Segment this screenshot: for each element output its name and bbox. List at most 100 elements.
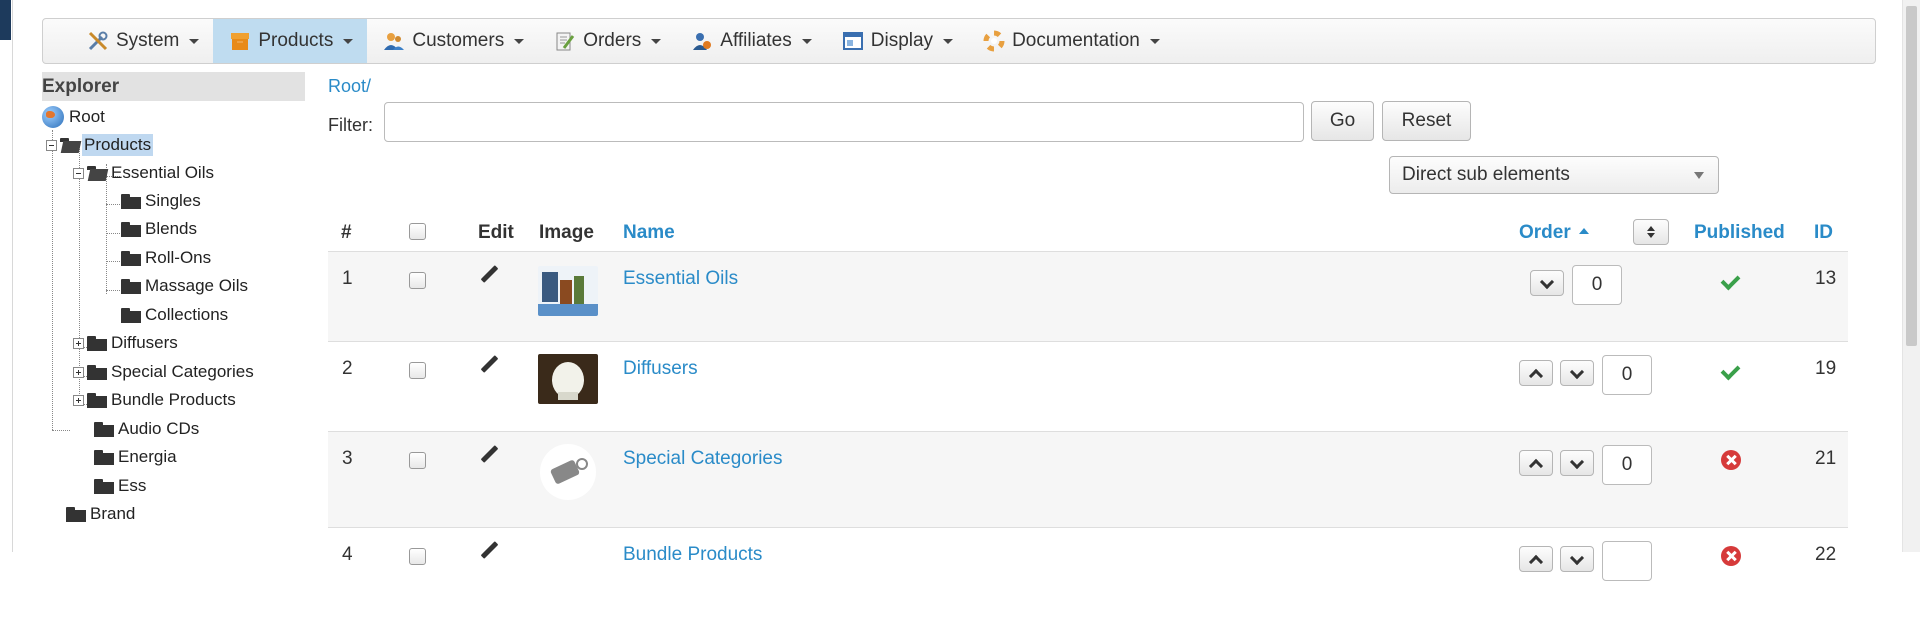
move-down-button[interactable] [1560, 546, 1594, 572]
row-checkbox[interactable] [409, 272, 426, 295]
header-published-sort[interactable]: Published [1694, 222, 1785, 244]
chevron-down-icon [189, 38, 200, 44]
row-id: 22 [1815, 544, 1837, 565]
table-row: 1 Essential Oils 0 13 [328, 251, 1848, 341]
published-check-icon[interactable] [1721, 274, 1741, 288]
tree-node-ess[interactable]: Ess [94, 475, 148, 497]
expand-icon[interactable] [73, 366, 84, 378]
main-menu-bar: System Products Customers Orders Affilia… [42, 18, 1876, 64]
go-button[interactable]: Go [1311, 101, 1374, 141]
menu-customers-label: Customers [412, 30, 505, 51]
tree-node-blends[interactable]: Blends [121, 218, 199, 240]
product-thumbnail[interactable] [538, 442, 598, 502]
tree-node-special-categories[interactable]: Special Categories [73, 361, 256, 383]
tree-node-root[interactable]: Root [42, 106, 107, 128]
filter-input[interactable] [384, 102, 1304, 142]
left-edge-divider [12, 0, 13, 552]
move-down-button[interactable] [1530, 270, 1564, 296]
menu-products[interactable]: Products [213, 19, 368, 63]
move-up-button[interactable] [1519, 360, 1553, 386]
row-num: 4 [342, 544, 353, 565]
header-name-sort[interactable]: Name [623, 222, 675, 244]
menu-products-label: Products [258, 30, 334, 51]
order-input[interactable]: 0 [1602, 355, 1652, 395]
unpublished-x-icon[interactable] [1721, 546, 1741, 566]
order-input[interactable]: 0 [1602, 445, 1652, 485]
select-all-checkbox[interactable] [409, 223, 426, 246]
folder-icon [66, 506, 86, 522]
explorer-panel: Explorer Root Products Essential Oils Si… [42, 72, 305, 523]
tree-node-diffusers[interactable]: Diffusers [73, 332, 180, 354]
tree-node-label: Energia [118, 447, 177, 466]
move-down-button[interactable] [1560, 450, 1594, 476]
row-checkbox[interactable] [409, 452, 426, 475]
header-order-sort[interactable]: Order [1519, 222, 1589, 244]
product-thumbnail[interactable] [538, 354, 598, 404]
sort-toggle-button[interactable] [1633, 219, 1669, 245]
tree-node-bundle-products[interactable]: Bundle Products [73, 389, 238, 411]
row-name-link[interactable]: Bundle Products [623, 544, 762, 566]
move-down-button[interactable] [1560, 360, 1594, 386]
published-check-icon[interactable] [1721, 364, 1741, 378]
order-input[interactable]: 0 [1572, 265, 1622, 305]
tree-node-brand[interactable]: Brand [66, 503, 137, 525]
row-checkbox[interactable] [409, 548, 426, 571]
breadcrumb-root-link[interactable]: Root/ [328, 76, 371, 97]
row-name-link[interactable]: Essential Oils [623, 268, 738, 290]
edit-pencil-icon[interactable] [478, 444, 500, 466]
edit-pencil-icon[interactable] [478, 540, 500, 562]
row-num: 2 [342, 358, 353, 379]
display-window-icon [842, 30, 864, 52]
collapse-icon[interactable] [46, 139, 57, 151]
tree-connector [106, 204, 120, 205]
folder-icon [121, 307, 141, 323]
order-input[interactable] [1602, 541, 1652, 581]
product-thumbnail[interactable] [538, 266, 598, 316]
lifebuoy-icon [983, 30, 1005, 52]
chevron-down-icon [1149, 38, 1160, 44]
tree-node-products[interactable]: Products [46, 134, 154, 156]
globe-icon [42, 106, 64, 128]
vertical-scrollbar[interactable] [1902, 0, 1920, 552]
tree-connector [106, 290, 120, 291]
edit-pencil-icon[interactable] [478, 264, 500, 286]
menu-customers[interactable]: Customers [367, 19, 538, 63]
menu-affiliates-label: Affiliates [720, 30, 792, 51]
tree-node-essential-oils[interactable]: Essential Oils [73, 162, 216, 184]
tree-node-collections[interactable]: Collections [121, 304, 230, 326]
scope-select[interactable]: Direct sub elements [1389, 156, 1719, 194]
menu-documentation[interactable]: Documentation [967, 19, 1174, 63]
edit-pencil-icon[interactable] [478, 354, 500, 376]
collapse-icon[interactable] [73, 167, 84, 179]
folder-icon [87, 392, 107, 408]
chevron-down-icon [343, 38, 354, 44]
table-row: 4 Bundle Products 22 [328, 527, 1848, 617]
row-name-link[interactable]: Special Categories [623, 448, 782, 470]
tree-node-energia[interactable]: Energia [94, 446, 179, 468]
menu-orders[interactable]: Orders [538, 19, 675, 63]
tree-node-label: Singles [145, 191, 201, 210]
menu-display[interactable]: Display [826, 19, 967, 63]
header-id-sort[interactable]: ID [1814, 222, 1833, 244]
menu-system[interactable]: System [43, 19, 213, 63]
row-checkbox[interactable] [409, 362, 426, 385]
tree-node-massage-oils[interactable]: Massage Oils [121, 275, 250, 297]
explorer-title: Explorer [42, 72, 305, 101]
tree-connector [52, 430, 70, 431]
reset-button[interactable]: Reset [1382, 101, 1471, 141]
affiliates-icon [691, 30, 713, 52]
menu-affiliates[interactable]: Affiliates [675, 19, 825, 63]
scope-select-value: Direct sub elements [1402, 164, 1570, 185]
expand-icon[interactable] [73, 394, 84, 406]
unpublished-x-icon[interactable] [1721, 450, 1741, 470]
move-up-button[interactable] [1519, 450, 1553, 476]
tree-node-roll-ons[interactable]: Roll-Ons [121, 247, 213, 269]
tree-node-audio-cds[interactable]: Audio CDs [94, 418, 201, 440]
expand-icon[interactable] [73, 337, 84, 349]
scrollbar-thumb[interactable] [1906, 6, 1917, 346]
row-id: 13 [1815, 268, 1837, 289]
row-name-link[interactable]: Diffusers [623, 358, 698, 380]
table-row: 2 Diffusers 0 19 [328, 341, 1848, 431]
tree-node-singles[interactable]: Singles [121, 190, 203, 212]
move-up-button[interactable] [1519, 546, 1553, 572]
